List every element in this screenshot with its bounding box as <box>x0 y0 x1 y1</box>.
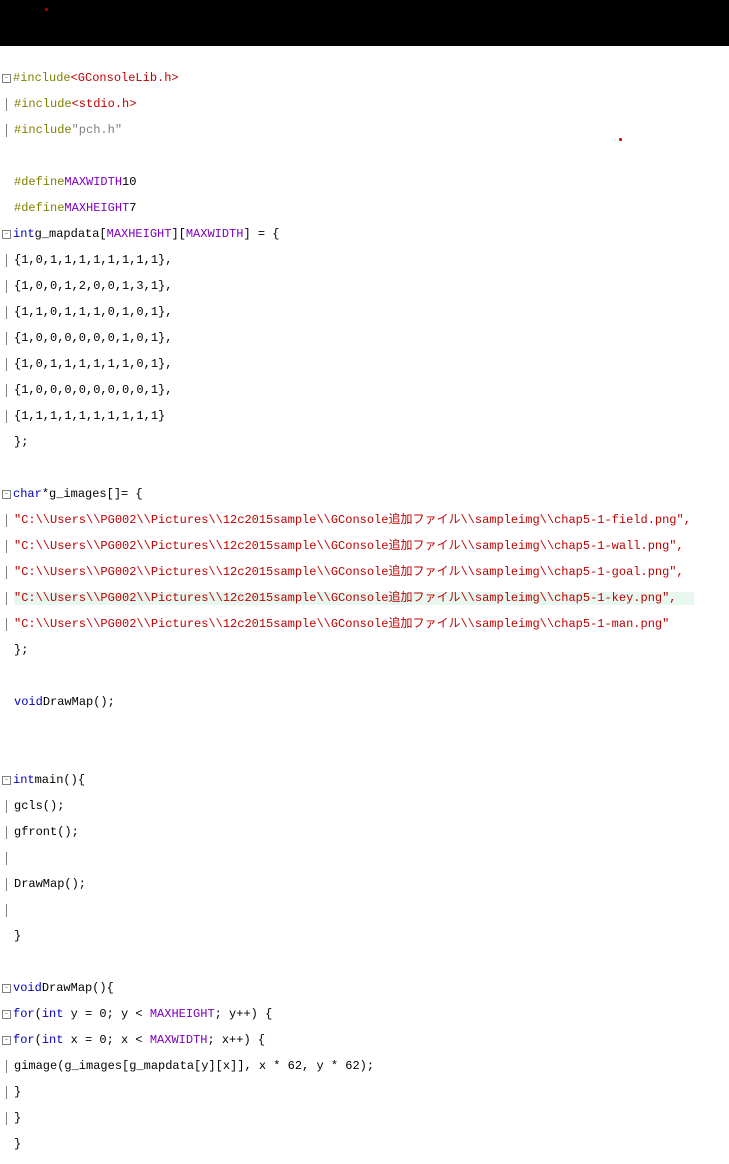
for-keyword: for <box>13 1008 35 1021</box>
title-bar <box>0 0 729 46</box>
type-keyword: void <box>14 696 43 709</box>
include-target: "pch.h" <box>72 124 122 137</box>
code-editor[interactable]: #include <GConsoleLib.h> #include <stdio… <box>0 46 729 1164</box>
for-keyword: for <box>13 1034 35 1047</box>
macro-ref: MAXHEIGHT <box>150 1008 215 1021</box>
string-literal: "C:\\Users\\PG002\\Pictures\\12c2015samp… <box>14 514 691 527</box>
type-keyword: char <box>13 488 42 501</box>
array-row: {1,0,0,1,2,0,0,1,3,1}, <box>14 280 172 293</box>
decl-end: }; <box>14 436 28 449</box>
array-row: {1,0,1,1,1,1,1,1,0,1}, <box>14 358 172 371</box>
fold-gutter[interactable] <box>0 46 14 1164</box>
var-name: *g_images[] <box>42 488 121 501</box>
var-name: g_mapdata <box>35 228 100 241</box>
array-row: {1,0,0,0,0,0,0,1,0,1}, <box>14 332 172 345</box>
array-row: {1,0,0,0,0,0,0,0,0,1}, <box>14 384 172 397</box>
define-directive: #define <box>14 202 64 215</box>
fold-toggle-icon[interactable] <box>2 776 11 785</box>
block-close: } <box>14 1086 21 1099</box>
macro-ref: MAXWIDTH <box>150 1034 208 1047</box>
fold-toggle-icon[interactable] <box>2 230 11 239</box>
macro-value: 7 <box>129 202 136 215</box>
define-directive: #define <box>14 176 64 189</box>
fold-toggle-icon[interactable] <box>2 490 11 499</box>
stmt: gcls(); <box>14 800 64 813</box>
array-row: {1,0,1,1,1,1,1,1,1,1}, <box>14 254 172 267</box>
include-target: <stdio.h> <box>72 98 137 111</box>
string-literal: "C:\\Users\\PG002\\Pictures\\12c2015samp… <box>14 566 684 579</box>
stmt: gimage(g_images[g_mapdata[y][x]], x * 62… <box>14 1060 374 1073</box>
macro-name: MAXHEIGHT <box>64 202 129 215</box>
string-literal: "C:\\Users\\PG002\\Pictures\\12c2015samp… <box>14 591 677 605</box>
fold-toggle-icon[interactable] <box>2 1036 11 1045</box>
cursor-line[interactable]: "C:\\Users\\PG002\\Pictures\\12c2015samp… <box>14 592 694 605</box>
type-keyword: int <box>42 1008 64 1021</box>
func-name: DrawMap <box>43 696 93 709</box>
macro-ref: MAXWIDTH <box>186 228 244 241</box>
func-name: main <box>35 774 64 787</box>
breakpoint-icon[interactable] <box>619 138 622 141</box>
type-keyword: int <box>13 774 35 787</box>
macro-name: MAXWIDTH <box>64 176 122 189</box>
func-name: DrawMap <box>42 982 92 995</box>
string-literal: "C:\\Users\\PG002\\Pictures\\12c2015samp… <box>14 540 684 553</box>
fold-toggle-icon[interactable] <box>2 984 11 993</box>
string-literal: "C:\\Users\\PG002\\Pictures\\12c2015samp… <box>14 618 669 631</box>
array-row: {1,1,0,1,1,1,0,1,0,1}, <box>14 306 172 319</box>
macro-ref: MAXHEIGHT <box>107 228 172 241</box>
block-close: } <box>14 930 21 943</box>
include-target: <GConsoleLib.h> <box>71 72 179 85</box>
stmt: gfront(); <box>14 826 79 839</box>
code-content[interactable]: #include <GConsoleLib.h> #include <stdio… <box>14 46 729 1164</box>
array-row: {1,1,1,1,1,1,1,1,1,1} <box>14 410 165 423</box>
decl-end: }; <box>14 644 28 657</box>
include-directive: #include <box>14 98 72 111</box>
fold-toggle-icon[interactable] <box>2 1010 11 1019</box>
type-keyword: int <box>42 1034 64 1047</box>
stmt: DrawMap(); <box>14 878 86 891</box>
block-close: } <box>14 1112 21 1125</box>
fold-toggle-icon[interactable] <box>2 74 11 83</box>
include-directive: #include <box>14 124 72 137</box>
block-close: } <box>14 1138 21 1151</box>
macro-value: 10 <box>122 176 136 189</box>
include-directive: #include <box>13 72 71 85</box>
modified-indicator-icon <box>45 8 48 11</box>
type-keyword: int <box>13 228 35 241</box>
type-keyword: void <box>13 982 42 995</box>
